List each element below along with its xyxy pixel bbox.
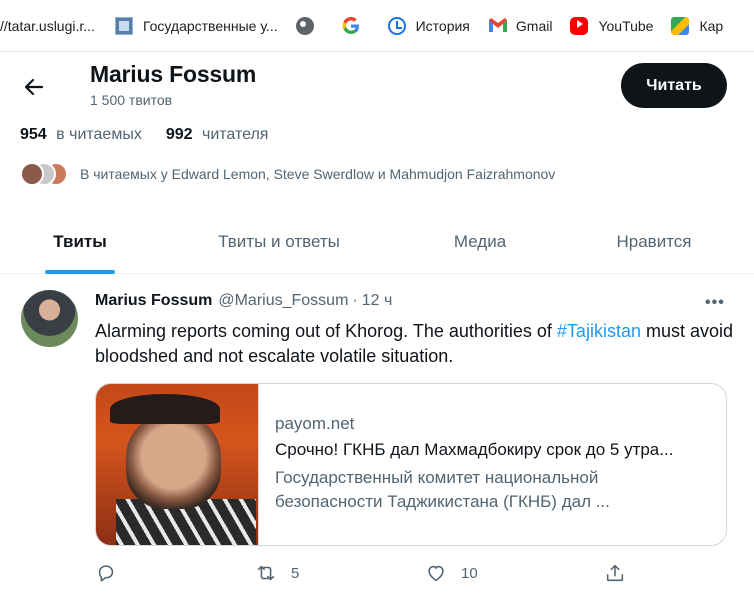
followed-by-text: В читаемых у Edward Lemon, Steve Swerdlo… — [80, 166, 556, 182]
gosuslugi-icon — [114, 16, 133, 35]
link-preview-body: payom.net Срочно! ГКНБ дал Махмадбокиру … — [258, 384, 726, 545]
tweet-text: Alarming reports coming out of Khorog. T… — [95, 319, 735, 369]
tweet-separator: · — [352, 292, 358, 309]
bookmark-gmail[interactable]: Gmail — [488, 10, 553, 42]
like-button[interactable]: 10 — [425, 562, 478, 584]
bookmark-history[interactable]: История — [387, 10, 470, 42]
follow-button[interactable]: Читать — [621, 63, 727, 108]
retweet-icon — [257, 565, 275, 581]
tab-likes[interactable]: Нравится — [562, 210, 746, 274]
tweet-author-name[interactable]: Marius Fossum — [95, 292, 212, 310]
heart-icon — [428, 565, 444, 582]
tweet-author-handle[interactable]: @Marius_Fossum — [218, 292, 348, 310]
tab-tweets[interactable]: Твиты — [0, 210, 160, 274]
tweet-text-part: Alarming reports coming out of Khorog. T… — [95, 321, 557, 341]
tab-tweets-and-replies[interactable]: Твиты и ответы — [160, 210, 398, 274]
bookmarks-bar: //tatar.uslugi.r... Государственные у...… — [0, 0, 754, 52]
followed-by-row[interactable]: В читаемых у Edward Lemon, Steve Swerdlo… — [20, 162, 555, 186]
bookmark-youtube[interactable]: YouTube — [570, 10, 653, 42]
tweet-timestamp[interactable]: 12 ч — [362, 292, 393, 310]
bookmark-tatar-uslugi[interactable]: //tatar.uslugi.r... — [0, 10, 95, 42]
share-icon — [606, 564, 624, 582]
retweet-button[interactable]: 5 — [255, 562, 299, 584]
followers-link[interactable]: 992 читателя — [166, 126, 269, 144]
reply-icon — [98, 565, 114, 582]
bookmark-label: YouTube — [598, 17, 654, 34]
bookmark-label: Gmail — [515, 17, 553, 34]
share-button[interactable] — [604, 562, 640, 584]
retweet-count: 5 — [291, 564, 300, 582]
globe-icon — [295, 16, 314, 35]
following-link[interactable]: 954 в читаемых — [20, 126, 142, 144]
tweet-count: 1 500 твитов — [90, 92, 173, 108]
link-domain: payom.net — [275, 414, 355, 433]
tab-label: Твиты и ответы — [218, 232, 340, 251]
followers-label: читателя — [201, 126, 269, 143]
avatar — [20, 162, 44, 186]
tweet-author-avatar[interactable] — [21, 290, 78, 347]
link-preview-card[interactable]: payom.net Срочно! ГКНБ дал Махмадбокиру … — [95, 383, 727, 546]
link-description: Государственный комитет национальной без… — [275, 468, 610, 511]
bookmark-gosuslugi[interactable]: Государственные у... — [114, 10, 278, 42]
gmail-icon — [488, 17, 507, 35]
bookmark-google[interactable] — [342, 10, 370, 42]
more-options-icon[interactable]: ••• — [705, 294, 725, 312]
followers-avatars — [20, 162, 68, 186]
tab-label: Твиты — [53, 232, 107, 251]
following-count: 954 — [20, 126, 47, 143]
profile-tabs: Твиты Твиты и ответы Медиа Нравится — [0, 210, 754, 274]
tab-active-indicator — [45, 270, 115, 274]
bookmark-globe[interactable] — [295, 10, 324, 42]
tweet-actions: 5 10 — [95, 562, 735, 588]
bookmark-maps[interactable]: Кар — [671, 10, 723, 42]
followers-count: 992 — [165, 126, 193, 143]
history-icon — [387, 16, 406, 35]
link-title: Срочно! ГКНБ дал Махмадбокиру срок до 5 … — [275, 440, 674, 459]
reply-button[interactable] — [95, 562, 131, 584]
back-button[interactable] — [17, 70, 51, 104]
tab-media[interactable]: Медиа — [398, 210, 562, 274]
maps-icon — [671, 16, 690, 35]
arrow-left-icon — [24, 78, 44, 96]
bookmark-label: История — [415, 17, 470, 34]
tab-label: Медиа — [453, 232, 507, 251]
tweet-header: Marius Fossum @Marius_Fossum · 12 ч — [95, 292, 392, 310]
follow-stats: 954 в читаемых 992 читателя — [20, 126, 292, 144]
following-label: в читаемых — [56, 126, 142, 143]
profile-name: Marius Fossum — [90, 61, 257, 87]
hashtag-link[interactable]: #Tajikistan — [557, 321, 641, 341]
bookmark-label: Кар — [699, 17, 724, 34]
tab-label: Нравится — [616, 232, 692, 251]
like-count: 10 — [461, 564, 478, 582]
link-preview-image — [96, 384, 258, 545]
bookmark-label: //tatar.uslugi.r... — [0, 17, 95, 34]
youtube-icon — [570, 16, 589, 35]
bookmark-label: Государственные у... — [142, 17, 278, 34]
google-icon — [342, 16, 360, 35]
